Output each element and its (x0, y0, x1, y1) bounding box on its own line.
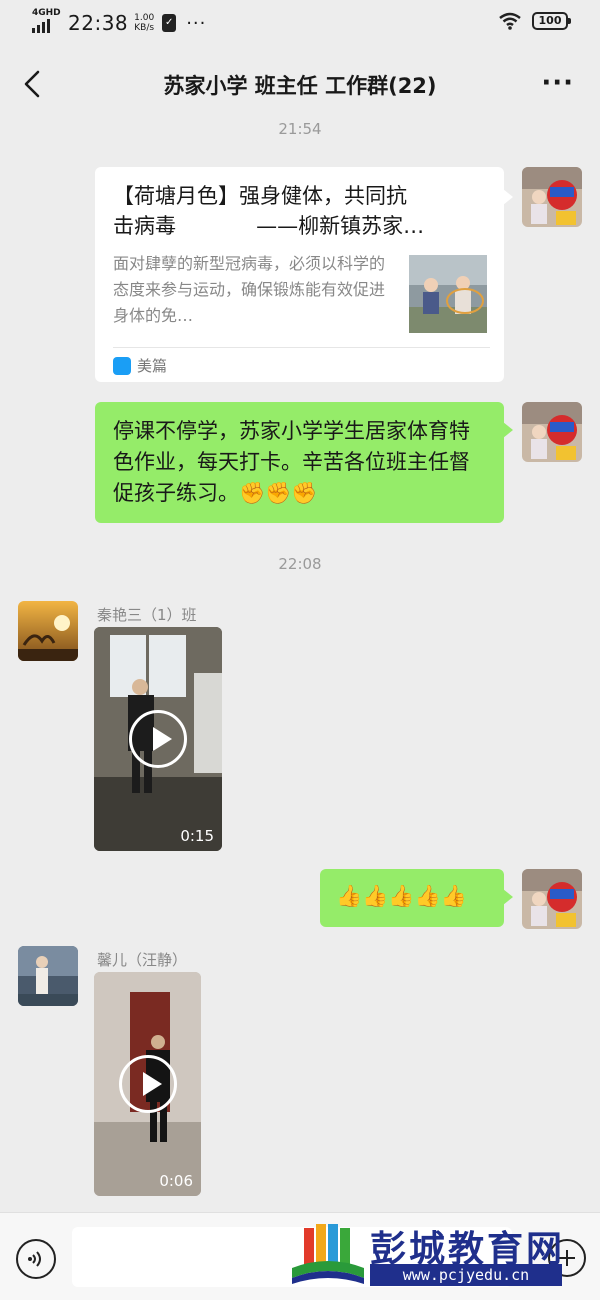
video-message[interactable]: 0:06 (94, 972, 201, 1196)
text-message[interactable]: 停课不停学，苏家小学学生居家体育特色作业，每天打卡。辛苦各位班主任督促孩子练习。… (95, 402, 513, 523)
network-type: 4GHD (32, 8, 61, 18)
video-duration: 0:15 (180, 827, 214, 845)
sender-avatar[interactable] (18, 946, 78, 1006)
sender-name: 秦艳三（1）班 (97, 606, 197, 624)
notification-icon: ✓ (162, 14, 177, 32)
play-icon[interactable] (118, 1055, 177, 1113)
text-message[interactable]: 👍👍👍👍👍 (320, 869, 513, 927)
more-options-icon[interactable]: ··· (541, 68, 574, 98)
watermark-url: www.pcjyedu.cn (370, 1264, 562, 1286)
battery-icon: 100 (532, 12, 571, 30)
article-description: 面对肆孽的新型冠病毒，必须以科学的态度来参与运动，确保锻炼能有效促进身体的免… (113, 254, 386, 325)
play-icon[interactable] (129, 710, 187, 768)
back-icon[interactable] (18, 66, 48, 102)
status-bar: 4GHD 22:38 1.00 KB/s ✓ ··· 100 (0, 0, 600, 48)
article-link-card[interactable]: 【荷塘月色】强身健体，共同抗 击病毒 ——柳新镇苏家… 面对肆孽的新型冠病毒，必… (95, 167, 513, 382)
article-source: 美篇 (113, 355, 167, 376)
status-time: 22:38 (68, 11, 129, 35)
my-avatar[interactable] (522, 167, 582, 227)
chat-header: 苏家小学 班主任 工作群(22) ··· (0, 48, 600, 120)
signal-icon: 4GHD (32, 8, 61, 36)
voice-input-icon[interactable] (16, 1239, 56, 1279)
sender-avatar[interactable] (18, 601, 78, 661)
video-message[interactable]: 0:15 (94, 627, 222, 851)
sender-name: 馨儿（汪静） (97, 951, 188, 969)
meipian-logo-icon (113, 356, 131, 375)
video-duration: 0:06 (159, 1172, 193, 1190)
watermark: 彭城教育网 www.pcjyedu.cn (290, 1220, 590, 1288)
more-notifications-icon: ··· (186, 12, 207, 34)
network-speed: 1.00 KB/s (134, 13, 155, 33)
article-title: 【荷塘月色】强身健体，共同抗 击病毒 ——柳新镇苏家… (113, 184, 425, 238)
timestamp: 21:54 (278, 120, 322, 138)
card-divider (113, 347, 490, 348)
book-logo-icon (292, 1224, 364, 1284)
chat-title[interactable]: 苏家小学 班主任 工作群(22) (90, 70, 510, 100)
article-thumbnail (409, 255, 487, 333)
timestamp: 22:08 (278, 555, 322, 573)
my-avatar[interactable] (522, 869, 582, 929)
wifi-icon (499, 12, 521, 30)
my-avatar[interactable] (522, 402, 582, 462)
